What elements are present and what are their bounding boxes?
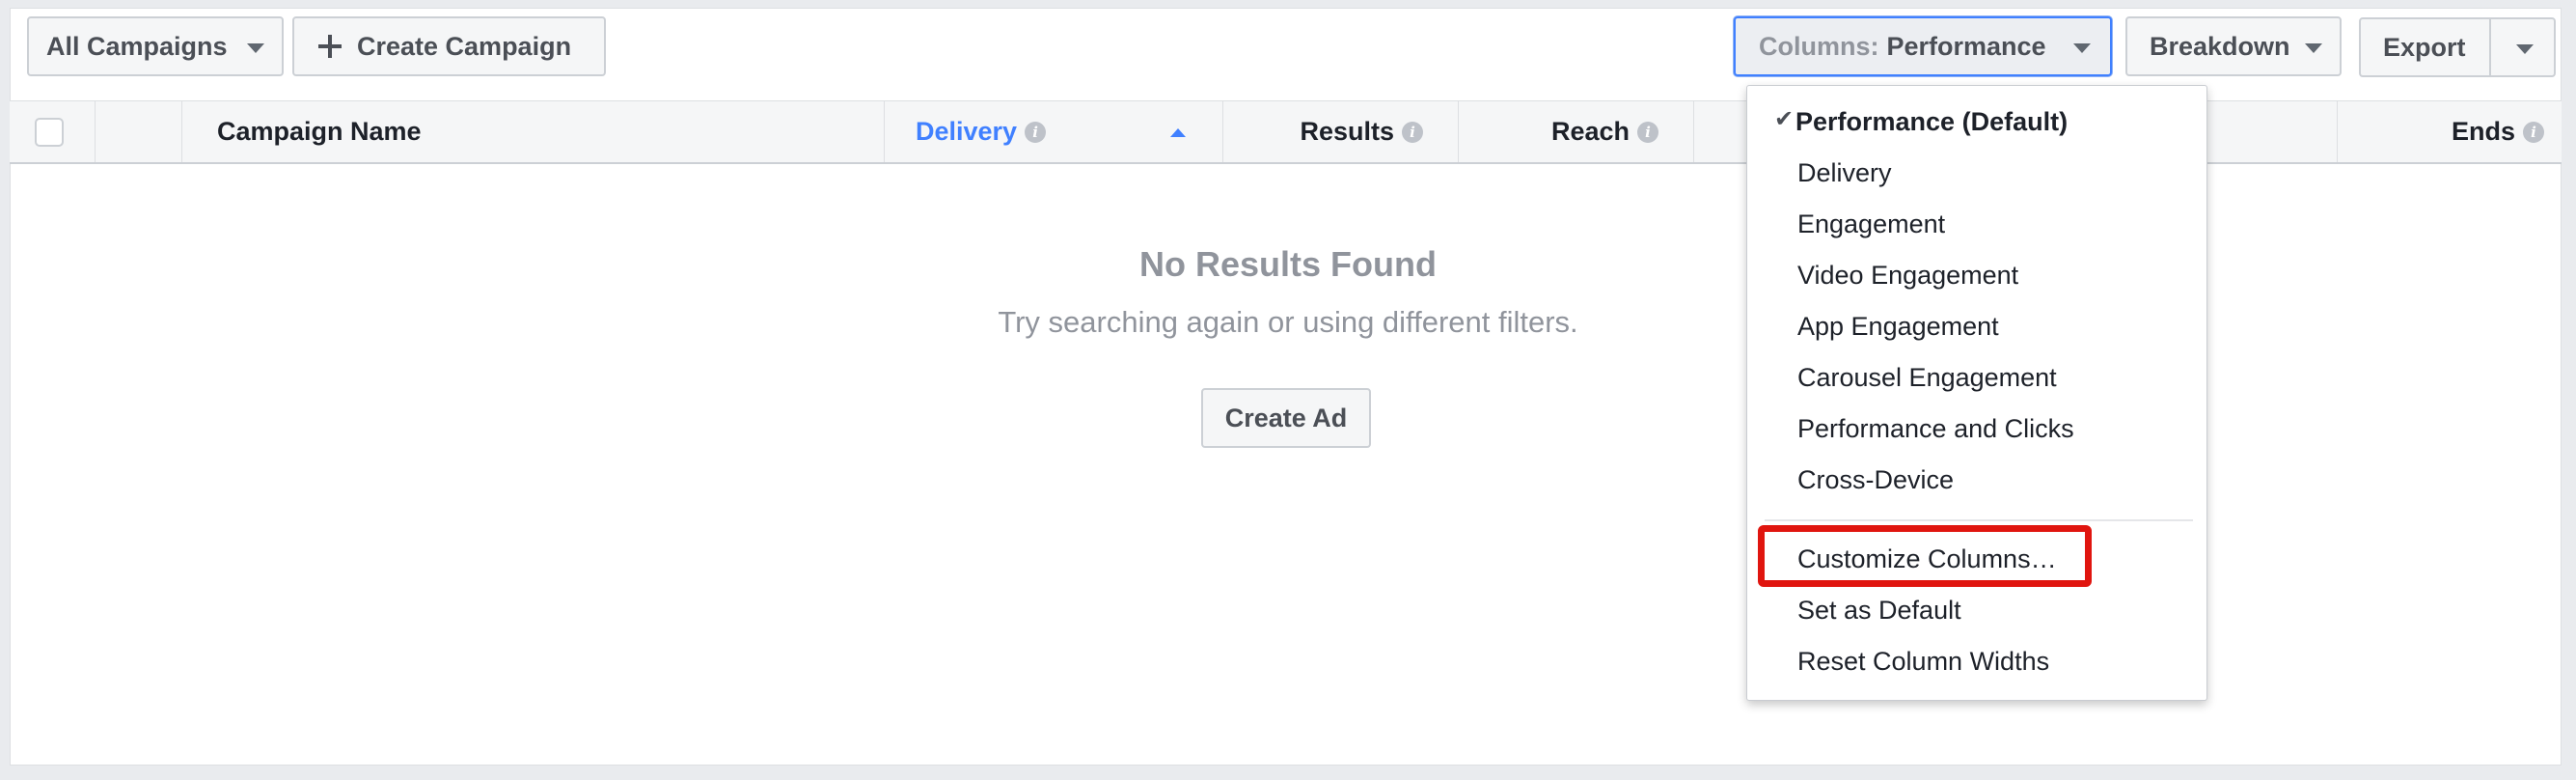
- export-button[interactable]: Export: [2359, 17, 2556, 77]
- menu-item-video-engagement[interactable]: Video Engagement: [1797, 261, 2018, 291]
- menu-item-delivery[interactable]: Delivery: [1797, 158, 1892, 188]
- columns-value: Performance: [1886, 31, 2046, 61]
- menu-item-carousel-engagement[interactable]: Carousel Engagement: [1797, 363, 2057, 393]
- toggle-column-header: [96, 101, 182, 162]
- info-icon[interactable]: i: [1025, 121, 1047, 143]
- select-all-checkbox[interactable]: [35, 117, 64, 147]
- create-ad-label: Create Ad: [1224, 403, 1348, 432]
- columns-menu: ✔ Performance (Default) Delivery Engagem…: [1746, 85, 2207, 701]
- column-header-results[interactable]: Results i: [1223, 101, 1459, 162]
- export-split-divider: [2489, 19, 2491, 75]
- info-icon[interactable]: i: [1402, 121, 1423, 143]
- menu-item-cross-device[interactable]: Cross-Device: [1797, 465, 1954, 495]
- reach-label: Reach: [1550, 117, 1630, 146]
- columns-prefix: Columns:: [1759, 31, 1879, 61]
- menu-item-set-as-default[interactable]: Set as Default: [1797, 596, 1961, 626]
- export-options-chevron-icon[interactable]: [2516, 44, 2534, 54]
- select-all-cell: [10, 101, 96, 162]
- chevron-down-icon: [2073, 43, 2091, 53]
- menu-item-reset-column-widths[interactable]: Reset Column Widths: [1797, 647, 2049, 677]
- column-header-campaign-name[interactable]: Campaign Name: [182, 101, 885, 162]
- column-header-reach[interactable]: Reach i: [1459, 101, 1694, 162]
- all-campaigns-dropdown[interactable]: All Campaigns: [27, 16, 284, 76]
- chevron-down-icon: [247, 43, 264, 53]
- columns-dropdown[interactable]: Columns: Performance: [1734, 16, 2112, 76]
- customize-columns-highlight: [1758, 525, 2092, 587]
- menu-item-performance-default[interactable]: Performance (Default): [1795, 107, 2068, 137]
- menu-item-app-engagement[interactable]: App Engagement: [1797, 312, 1999, 342]
- menu-divider: [1765, 519, 2193, 521]
- menu-item-performance-and-clicks[interactable]: Performance and Clicks: [1797, 414, 2074, 444]
- sort-ascending-icon: [1170, 128, 1186, 137]
- export-label: Export: [2383, 32, 2466, 62]
- checkmark-icon: ✔: [1774, 106, 1795, 132]
- menu-item-engagement[interactable]: Engagement: [1797, 209, 1945, 239]
- all-campaigns-label: All Campaigns: [46, 31, 228, 61]
- results-label: Results: [1300, 117, 1394, 146]
- info-icon[interactable]: i: [1637, 121, 1658, 143]
- ends-label: Ends: [2451, 117, 2515, 146]
- breakdown-dropdown[interactable]: Breakdown: [2125, 16, 2342, 76]
- create-ad-button[interactable]: Create Ad: [1201, 388, 1371, 448]
- create-campaign-button[interactable]: Create Campaign: [292, 16, 606, 76]
- column-header-delivery[interactable]: Delivery i: [885, 101, 1223, 162]
- info-icon[interactable]: i: [2523, 121, 2544, 143]
- create-campaign-label: Create Campaign: [357, 31, 572, 61]
- chevron-down-icon: [2305, 43, 2322, 53]
- breakdown-label: Breakdown: [2150, 31, 2290, 61]
- delivery-label: Delivery: [916, 117, 1018, 146]
- campaign-name-label: Campaign Name: [217, 117, 422, 146]
- plus-icon: [318, 35, 342, 58]
- column-header-ends[interactable]: Ends i: [2338, 101, 2562, 162]
